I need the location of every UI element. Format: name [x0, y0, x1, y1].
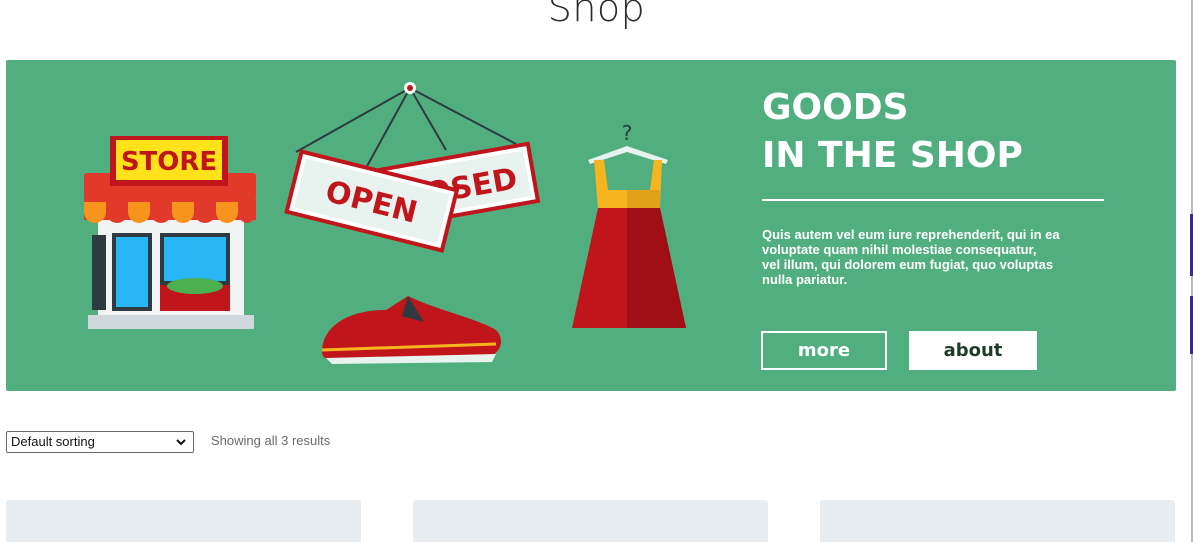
result-count: Showing all 3 results: [211, 433, 331, 448]
open-closed-sign: OSED OPEN: [284, 82, 541, 253]
store-illustration: STORE: [84, 136, 256, 329]
page-title: Shop: [547, 0, 646, 30]
more-button[interactable]: more: [761, 331, 887, 370]
product-card[interactable]: [6, 500, 361, 542]
banner-text-line: nulla pariatur.: [762, 272, 848, 287]
hanger-hook: ?: [622, 121, 633, 145]
banner-text-line: voluptate quam nihil molestiae consequat…: [762, 242, 1037, 257]
store-sign-text: STORE: [121, 147, 217, 177]
about-button[interactable]: about: [909, 331, 1037, 370]
sort-dropdown[interactable]: Default sorting: [6, 431, 194, 453]
shoe-illustration: [321, 296, 502, 364]
shop-page: Shop STORE OSED OPEN ? GOODS IN THE SHOP…: [0, 0, 1193, 542]
product-card[interactable]: [413, 500, 768, 542]
banner-heading: GOODS IN THE SHOP: [762, 84, 1122, 180]
banner-description: Quis autem vel eum iure reprehenderit, q…: [762, 227, 1112, 287]
product-card[interactable]: [820, 500, 1175, 542]
sort-selected-value: Default sorting: [11, 434, 95, 449]
banner-text-line: vel illum, qui dolorem eum fugiat, quo v…: [762, 257, 1054, 272]
chevron-down-icon: [176, 439, 186, 446]
banner-heading-line1: GOODS: [762, 87, 909, 128]
dress-illustration: ?: [572, 121, 686, 328]
hero-banner: STORE OSED OPEN ? GOODS IN THE SHOP Quis…: [6, 60, 1176, 391]
banner-divider: [762, 199, 1104, 201]
banner-heading-line2: IN THE SHOP: [762, 135, 1023, 176]
banner-text-line: Quis autem vel eum iure reprehenderit, q…: [762, 227, 1060, 242]
